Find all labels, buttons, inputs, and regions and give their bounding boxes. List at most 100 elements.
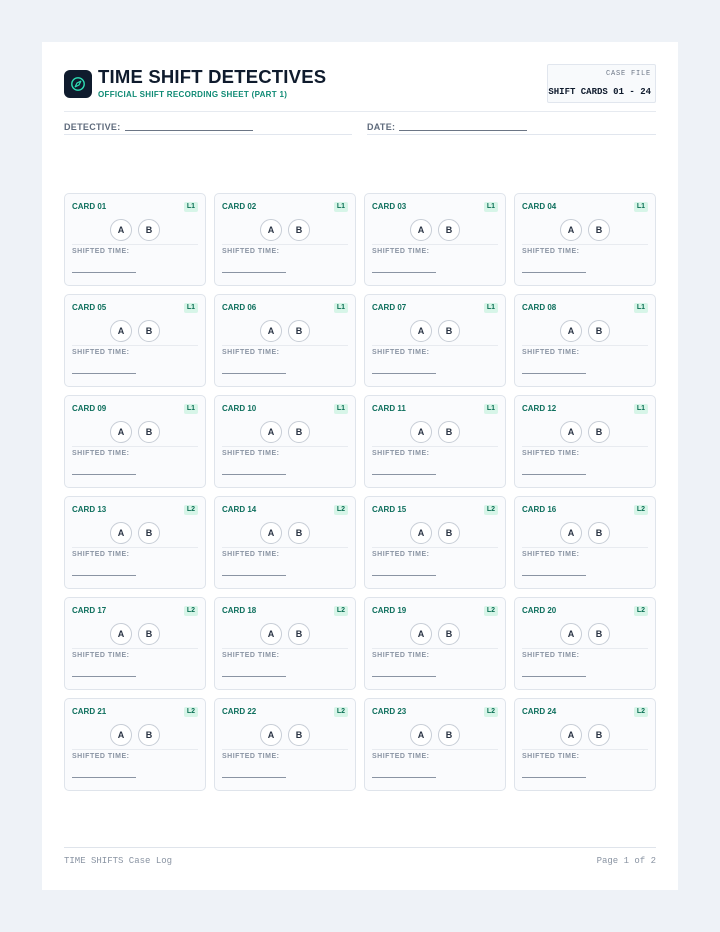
option-a-circle[interactable]: A <box>110 623 132 645</box>
option-a-circle[interactable]: A <box>410 724 432 746</box>
option-a-circle[interactable]: A <box>260 623 282 645</box>
shifted-time-write-line[interactable] <box>372 777 436 778</box>
shifted-time-write-line[interactable] <box>522 575 586 576</box>
option-b-circle[interactable]: B <box>588 522 610 544</box>
shifted-time-label: SHIFTED TIME: <box>222 652 280 659</box>
shifted-time-write-line[interactable] <box>372 272 436 273</box>
option-b-circle[interactable]: B <box>288 421 310 443</box>
shifted-time-write-line[interactable] <box>72 777 136 778</box>
answer-choices: AB <box>515 320 655 342</box>
level-badge: L1 <box>183 202 198 212</box>
date-write-line[interactable] <box>399 130 528 131</box>
option-b-circle[interactable]: B <box>588 623 610 645</box>
shifted-time-write-line[interactable] <box>72 575 136 576</box>
shifted-time-write-line[interactable] <box>222 373 286 374</box>
option-b-circle[interactable]: B <box>138 421 160 443</box>
option-b-circle[interactable]: B <box>438 421 460 443</box>
option-b-circle[interactable]: B <box>288 724 310 746</box>
date-field[interactable]: DATE: <box>367 120 656 135</box>
detective-write-line[interactable] <box>124 130 253 131</box>
option-a-circle[interactable]: A <box>260 522 282 544</box>
card-title: CARD 08 <box>522 303 557 312</box>
option-a-circle[interactable]: A <box>110 421 132 443</box>
shifted-time-write-line[interactable] <box>522 777 586 778</box>
option-b-circle[interactable]: B <box>438 320 460 342</box>
option-a-circle[interactable]: A <box>410 623 432 645</box>
level-badge: L1 <box>483 404 498 414</box>
option-b-circle[interactable]: B <box>288 320 310 342</box>
shifted-time-write-line[interactable] <box>522 373 586 374</box>
shifted-time-write-line[interactable] <box>222 777 286 778</box>
level-badge: L1 <box>483 303 498 313</box>
card-title: CARD 05 <box>72 303 107 312</box>
option-a-circle[interactable]: A <box>410 421 432 443</box>
shifted-time-label: SHIFTED TIME: <box>522 652 580 659</box>
shifted-time-write-line[interactable] <box>222 676 286 677</box>
shifted-time-write-line[interactable] <box>72 272 136 273</box>
shifted-time-write-line[interactable] <box>372 474 436 475</box>
option-b-circle[interactable]: B <box>288 623 310 645</box>
shifted-time-write-line[interactable] <box>72 474 136 475</box>
shifted-time-write-line[interactable] <box>372 676 436 677</box>
option-a-circle[interactable]: A <box>110 522 132 544</box>
shifted-time-label: SHIFTED TIME: <box>72 551 130 558</box>
option-b-circle[interactable]: B <box>288 522 310 544</box>
option-a-circle[interactable]: A <box>410 522 432 544</box>
shifted-time-write-line[interactable] <box>372 373 436 374</box>
detective-field[interactable]: DETECTIVE: <box>64 120 352 135</box>
option-a-circle[interactable]: A <box>560 219 582 241</box>
shift-card: CARD 07 L1 A B SHIFTED TIME: <box>364 294 506 387</box>
option-a-circle[interactable]: A <box>560 724 582 746</box>
option-b-circle[interactable]: B <box>588 421 610 443</box>
option-a-circle[interactable]: A <box>560 623 582 645</box>
option-b-circle[interactable]: B <box>138 724 160 746</box>
option-a-circle[interactable]: A <box>260 421 282 443</box>
option-b-circle[interactable]: B <box>438 219 460 241</box>
case-file-label: CASE FILE <box>605 70 651 78</box>
option-a-circle[interactable]: A <box>560 522 582 544</box>
shifted-time-write-line[interactable] <box>72 676 136 677</box>
card-divider <box>222 345 348 346</box>
shifted-time-write-line[interactable] <box>72 373 136 374</box>
shifted-time-write-line[interactable] <box>222 474 286 475</box>
option-b-circle[interactable]: B <box>138 623 160 645</box>
option-b-circle[interactable]: B <box>138 522 160 544</box>
option-b-circle[interactable]: B <box>588 320 610 342</box>
option-b-circle[interactable]: B <box>438 623 460 645</box>
shifted-time-label: SHIFTED TIME: <box>72 753 130 760</box>
shifted-time-write-line[interactable] <box>522 474 586 475</box>
shifted-time-write-line[interactable] <box>522 272 586 273</box>
shifted-time-write-line[interactable] <box>222 272 286 273</box>
option-a-circle[interactable]: A <box>110 320 132 342</box>
card-divider <box>222 749 348 750</box>
option-a-circle[interactable]: A <box>110 724 132 746</box>
option-a-circle[interactable]: A <box>560 320 582 342</box>
option-b-circle[interactable]: B <box>438 522 460 544</box>
option-a-circle[interactable]: A <box>410 320 432 342</box>
option-a-circle[interactable]: A <box>410 219 432 241</box>
option-b-circle[interactable]: B <box>438 724 460 746</box>
card-title: CARD 24 <box>522 707 557 716</box>
shifted-time-write-line[interactable] <box>222 575 286 576</box>
option-b-circle[interactable]: B <box>138 219 160 241</box>
option-a-circle[interactable]: A <box>110 219 132 241</box>
option-a-circle[interactable]: A <box>260 724 282 746</box>
card-divider <box>372 547 498 548</box>
card-title: CARD 16 <box>522 505 557 514</box>
option-b-circle[interactable]: B <box>138 320 160 342</box>
option-b-circle[interactable]: B <box>588 724 610 746</box>
option-b-circle[interactable]: B <box>588 219 610 241</box>
shift-card: CARD 17 L2 A B SHIFTED TIME: <box>64 597 206 690</box>
option-a-circle[interactable]: A <box>260 219 282 241</box>
shifted-time-write-line[interactable] <box>522 676 586 677</box>
card-title: CARD 12 <box>522 404 557 413</box>
shift-card: CARD 02 L1 A B SHIFTED TIME: <box>214 193 356 286</box>
answer-choices: AB <box>215 724 355 746</box>
card-grid: CARD 01 L1 A B SHIFTED TIME: CARD 02 L1 A B SHIFT… <box>64 193 656 791</box>
option-a-circle[interactable]: A <box>560 421 582 443</box>
level-badge: L2 <box>483 505 498 515</box>
option-a-circle[interactable]: A <box>260 320 282 342</box>
shifted-time-write-line[interactable] <box>372 575 436 576</box>
option-b-circle[interactable]: B <box>288 219 310 241</box>
answer-choices: AB <box>215 320 355 342</box>
